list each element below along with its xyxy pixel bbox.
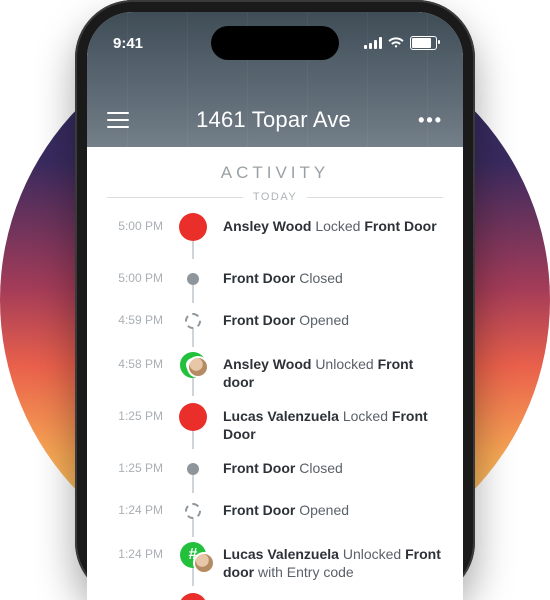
lock-icon (179, 593, 207, 600)
wifi-icon (388, 37, 404, 49)
timeline-connector (192, 241, 194, 259)
status-icons (364, 36, 437, 50)
activity-text: Ansley Wood Locked Front Door (223, 589, 443, 600)
timeline-axis (177, 399, 209, 449)
lock-icon (179, 403, 207, 431)
activity-row[interactable]: 5:00 PM Front Door Closed (107, 261, 443, 303)
activity-text: Front Door Closed (223, 451, 443, 477)
timeline-connector (192, 475, 194, 493)
activity-text: Lucas Valenzuela Unlocked Front door wit… (223, 537, 443, 581)
timeline-connector (192, 431, 194, 449)
more-button[interactable]: ••• (418, 111, 443, 129)
app-header: 9:41 1461 Topar Ave ••• (87, 12, 463, 147)
dot-icon (187, 463, 199, 475)
activity-time: 8:30 AM (107, 589, 163, 600)
activity-text: Lucas Valenzuela Locked Front Door (223, 399, 443, 443)
timeline-connector (192, 285, 194, 303)
menu-button[interactable] (107, 112, 129, 128)
activity-time: 4:59 PM (107, 303, 163, 327)
timeline-axis (177, 451, 209, 493)
timeline-connector (192, 568, 194, 586)
clock: 9:41 (113, 35, 143, 52)
activity-time: 5:00 PM (107, 261, 163, 285)
activity-time: 1:24 PM (107, 493, 163, 517)
activity-time: 1:25 PM (107, 451, 163, 475)
activity-row[interactable]: 1:24 PM # Lucas Valenzuela Unlocked Front … (107, 537, 443, 589)
activity-text: Front Door Closed (223, 261, 443, 287)
activity-section: ACTIVITY TODAY 5:00 PM Ansley Wood Locked… (87, 147, 463, 600)
activity-feed[interactable]: 5:00 PMAnsley Wood Locked Front Door5:00… (87, 209, 463, 600)
activity-time: 5:00 PM (107, 209, 163, 233)
avatar (193, 552, 215, 574)
phone-screen: 9:41 1461 Topar Ave ••• (87, 12, 463, 600)
timeline-connector (192, 329, 194, 347)
battery-icon (410, 36, 437, 50)
open-icon (185, 313, 201, 329)
section-heading: ACTIVITY (87, 163, 463, 183)
timeline-axis: # (177, 537, 209, 586)
timeline-axis (177, 493, 209, 537)
keypad-icon: # (180, 542, 206, 568)
day-divider: TODAY (87, 191, 463, 203)
avatar (187, 356, 209, 378)
timeline-axis (177, 209, 209, 259)
activity-time: 1:25 PM (107, 399, 163, 423)
dynamic-island (211, 26, 339, 60)
activity-text: Ansley Wood Unlocked Front door (223, 347, 443, 391)
cellular-icon (364, 37, 382, 49)
activity-row[interactable]: 8:30 AM Ansley Wood Locked Front Door (107, 589, 443, 600)
activity-row[interactable]: 1:24 PM Front Door Opened (107, 493, 443, 537)
timeline-connector (192, 519, 194, 537)
day-label: TODAY (253, 191, 297, 203)
activity-row[interactable]: 4:59 PM Front Door Opened (107, 303, 443, 347)
activity-text: Ansley Wood Locked Front Door (223, 209, 443, 235)
timeline-axis (177, 347, 209, 396)
activity-text: Front Door Opened (223, 303, 443, 329)
lock-icon (179, 213, 207, 241)
dot-icon (187, 273, 199, 285)
activity-text: Front Door Opened (223, 493, 443, 519)
activity-time: 1:24 PM (107, 537, 163, 561)
timeline-axis (177, 261, 209, 303)
timeline-connector (192, 378, 194, 396)
page-title: 1461 Topar Ave (196, 107, 351, 133)
unlock-ring-icon (180, 352, 206, 378)
activity-row[interactable]: 1:25 PM Lucas Valenzuela Locked Front Doo… (107, 399, 443, 451)
activity-row[interactable]: 5:00 PM Ansley Wood Locked Front Door (107, 209, 443, 261)
timeline-axis (177, 589, 209, 600)
phone-frame: 9:41 1461 Topar Ave ••• (75, 0, 475, 600)
activity-row[interactable]: 4:58 PM Ansley Wood Unlocked Front door (107, 347, 443, 399)
timeline-axis (177, 303, 209, 347)
open-icon (185, 503, 201, 519)
activity-time: 4:58 PM (107, 347, 163, 371)
activity-row[interactable]: 1:25 PM Front Door Closed (107, 451, 443, 493)
